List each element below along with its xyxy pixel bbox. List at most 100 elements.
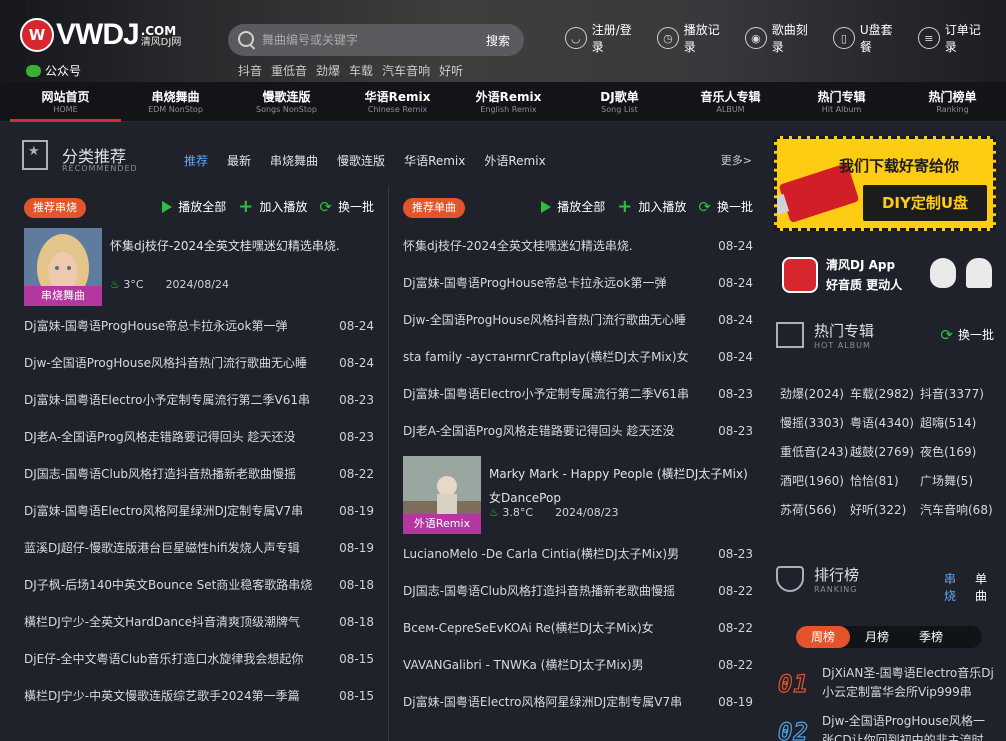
- track-row[interactable]: VAVANGalibri - TNWKa (横栏DJ太子Mix)男 08-22: [401, 647, 761, 684]
- track-row[interactable]: sta family -аустанrnrCraftplay(横栏DJ太子Mix…: [401, 339, 761, 376]
- search-input[interactable]: [262, 33, 462, 47]
- album-tag[interactable]: 重低音(243): [780, 442, 850, 463]
- album-tag[interactable]: 粤语(4340): [850, 413, 920, 434]
- hot-album-refresh-button[interactable]: ⟳ 换一批: [940, 326, 994, 343]
- usb-package-button[interactable]: ▯ U盘套餐: [833, 23, 904, 54]
- hot-keyword[interactable]: 抖音: [238, 62, 262, 79]
- album-tag[interactable]: 车载(2982): [850, 384, 920, 405]
- hot-keyword[interactable]: 好听: [439, 62, 463, 79]
- hot-keyword[interactable]: 劲爆: [316, 62, 340, 79]
- track-row[interactable]: DJ子枫-后场140中英文Bounce Set商业稳客歌路串烧 08-18: [22, 567, 382, 604]
- track-row[interactable]: Dj富妹-国粤语Electro风格阿星绿洲DJ定制专属V7串 08-19: [22, 493, 382, 530]
- tab-recommend[interactable]: 推荐: [184, 152, 208, 169]
- album-tag[interactable]: 抖音(3377): [920, 384, 996, 405]
- ranking-item[interactable]: 02 Djw-全国语ProgHouse风格一张CD让你回到初中的非主流时: [777, 712, 996, 741]
- tab-latest[interactable]: 最新: [227, 152, 251, 169]
- tab-monthly[interactable]: 月榜: [850, 626, 904, 648]
- nav-hit-album[interactable]: 热门专辑 Hit Album: [786, 89, 897, 115]
- wechat-link[interactable]: 公众号: [26, 62, 81, 79]
- site-logo[interactable]: W VWDJ .COM 清风DJ网: [20, 18, 181, 52]
- left-controls: 播放全部 + 加入播放 ⟳ 换一批: [162, 197, 374, 215]
- tab-ranking-mix[interactable]: 串烧: [944, 570, 965, 604]
- track-row[interactable]: Djw-全国语ProgHouse风格抖音热门流行歌曲无心睡 08-24: [22, 345, 382, 382]
- featured-track[interactable]: 串烧舞曲 怀集dj枝仔-2024全英文桂嘿迷幻精选串烧. ♨ 3°C 2024/…: [22, 228, 382, 308]
- nav-album[interactable]: 音乐人专辑 ALBUM: [675, 89, 786, 115]
- tab-english-remix[interactable]: 外语Remix: [484, 152, 545, 169]
- usb-promo-banner[interactable]: 我们下载好寄给你 DIY定制U盘: [774, 136, 996, 231]
- track-date: 08-19: [339, 541, 374, 555]
- tab-quarterly[interactable]: 季榜: [904, 626, 958, 648]
- search-button[interactable]: 搜索: [486, 32, 510, 49]
- album-tag[interactable]: 好听(322): [850, 500, 920, 521]
- play-all-button[interactable]: 播放全部: [162, 198, 226, 215]
- cover-image[interactable]: 外语Remix: [403, 456, 481, 534]
- order-icon: ≡: [917, 27, 940, 49]
- album-tag[interactable]: 酒吧(1960): [780, 471, 850, 492]
- track-row[interactable]: Bceм-CepreSeEvKOAi Re(横栏DJ太子Mix)女 08-22: [401, 610, 761, 647]
- track-date: 08-18: [339, 615, 374, 629]
- track-row[interactable]: 蓝溪DJ超仔-慢歌连版港台巨星磁性hifi发烧人声专辑 08-19: [22, 530, 382, 567]
- play-all-button[interactable]: 播放全部: [541, 198, 605, 215]
- track-row[interactable]: Dj富妹-国粤语Electro小予定制专属流行第二季V61串 08-23: [401, 376, 761, 413]
- burn-label: 歌曲刻录: [771, 23, 808, 54]
- featured-track[interactable]: 外语Remix Marky Mark - Happy People (橫栏DJ太…: [401, 456, 761, 536]
- album-tag[interactable]: 越鼓(2769): [850, 442, 920, 463]
- tab-chinese-remix[interactable]: 华语Remix: [404, 152, 465, 169]
- play-history-button[interactable]: ◷ 播放记录: [657, 23, 731, 54]
- burn-button[interactable]: ◉ 歌曲刻录: [745, 23, 819, 54]
- apple-icon[interactable]: [930, 258, 956, 288]
- track-row[interactable]: DjE仔-全中文粤语Club音乐打造口水旋律我会想起你 08-15: [22, 641, 382, 678]
- add-play-button[interactable]: + 加入播放: [238, 197, 307, 215]
- refresh-button[interactable]: ⟳ 换一批: [698, 198, 753, 215]
- album-tag[interactable]: 苏荷(566): [780, 500, 850, 521]
- nav-song-list[interactable]: DJ歌单 Song List: [564, 89, 675, 115]
- track-row[interactable]: DJ老A-全国语Prog风格走错路要记得回头 趁天还没 08-23: [22, 419, 382, 456]
- nav-ranking[interactable]: 热门榜单 Ranking: [897, 89, 1006, 115]
- track-row[interactable]: Dj富妹-国粤语ProgHouse帝总卡拉永远ok第一弹 08-24: [401, 265, 761, 302]
- ranking-item[interactable]: 01 DjXiAN圣-国粤语Electro音乐Dj小云定制富华会所Vip999串: [777, 664, 996, 704]
- orders-button[interactable]: ≡ 订单记录: [917, 23, 992, 54]
- track-row[interactable]: DJ老A-全国语Prog风格走错路要记得回头 趁天还没 08-23: [401, 413, 761, 450]
- album-tag[interactable]: 恰恰(81): [850, 471, 920, 492]
- more-link[interactable]: 更多>: [721, 152, 752, 168]
- track-row[interactable]: Dj富妹-国粤语Electro小予定制专属流行第二季V61串 08-23: [22, 382, 382, 419]
- nav-label: 外语Remix: [475, 90, 542, 104]
- track-row[interactable]: DJ国志-国粤语Club风格打造抖音热播新老歌曲慢摇 08-22: [401, 573, 761, 610]
- track-row[interactable]: 橫栏DJ宁少-全英文HardDance抖音清爽顶级潮牌气 08-18: [22, 604, 382, 641]
- album-tag[interactable]: 超嗨(514): [920, 413, 996, 434]
- tab-edm[interactable]: 串烧舞曲: [270, 152, 318, 169]
- album-tag[interactable]: 广场舞(5): [920, 471, 996, 492]
- track-row[interactable]: Dj富妹-国粤语Electro风格阿星绿洲DJ定制专属V7串 08-19: [401, 684, 761, 721]
- track-row[interactable]: Djw-全国语ProgHouse风格抖音热门流行歌曲无心睡 08-24: [401, 302, 761, 339]
- logo-side: .COM 清风DJ网: [141, 25, 182, 49]
- nav-songs-nonstop[interactable]: 慢歌连版 Songs NonStop: [231, 89, 342, 115]
- track-row[interactable]: LucianoMelo -De Carla Cintia(横栏DJ太子Mix)男…: [401, 536, 761, 573]
- android-icon[interactable]: [966, 258, 992, 288]
- tab-ranking-single[interactable]: 单曲: [975, 570, 996, 604]
- login-button[interactable]: ◡ 注册/登录: [565, 23, 643, 54]
- featured-title[interactable]: 怀集dj枝仔-2024全英文桂嘿迷幻精选串烧.: [110, 234, 380, 258]
- add-play-button[interactable]: + 加入播放: [617, 197, 686, 215]
- app-download[interactable]: 清风DJ App 好音质 更动人: [782, 254, 996, 296]
- track-row[interactable]: 怀集dj枝仔-2024全英文桂嘿迷幻精选串烧. 08-24: [401, 228, 761, 265]
- hot-keyword[interactable]: 重低音: [271, 62, 307, 79]
- nav-chinese-remix[interactable]: 华语Remix Chinese Remix: [342, 89, 453, 115]
- album-tag[interactable]: 慢摇(3303): [780, 413, 850, 434]
- track-row[interactable]: Dj富妹-国粤语ProgHouse帝总卡拉永远ok第一弹 08-24: [22, 308, 382, 345]
- refresh-button[interactable]: ⟳ 换一批: [319, 198, 374, 215]
- album-tag[interactable]: 劲爆(2024): [780, 384, 850, 405]
- hot-keyword[interactable]: 汽车音响: [382, 62, 430, 79]
- nav-home[interactable]: 网站首页 HOME: [10, 89, 121, 115]
- album-tag[interactable]: 夜色(169): [920, 442, 996, 463]
- tab-songs-nonstop[interactable]: 慢歌连版: [337, 152, 385, 169]
- tab-weekly[interactable]: 周榜: [796, 626, 850, 648]
- cover-image[interactable]: 串烧舞曲: [24, 228, 102, 306]
- track-row[interactable]: 橫栏DJ宁少-中英文慢歌连版综艺歌手2024第一季篇 08-15: [22, 678, 382, 715]
- featured-title[interactable]: Marky Mark - Happy People (橫栏DJ太子Mix)女Da…: [489, 462, 759, 510]
- nav-english-remix[interactable]: 外语Remix English Remix: [453, 89, 564, 115]
- hot-keyword[interactable]: 车载: [349, 62, 373, 79]
- album-tag[interactable]: 汽车音响(68): [920, 500, 996, 521]
- track-row[interactable]: DJ国志-国粤语Club风格打造抖音热播新老歌曲慢摇 08-22: [22, 456, 382, 493]
- track-title: Bceм-CepreSeEvKOAi Re(横栏DJ太子Mix)女: [403, 621, 654, 635]
- nav-edm[interactable]: 串烧舞曲 EDM NonStop: [120, 89, 231, 115]
